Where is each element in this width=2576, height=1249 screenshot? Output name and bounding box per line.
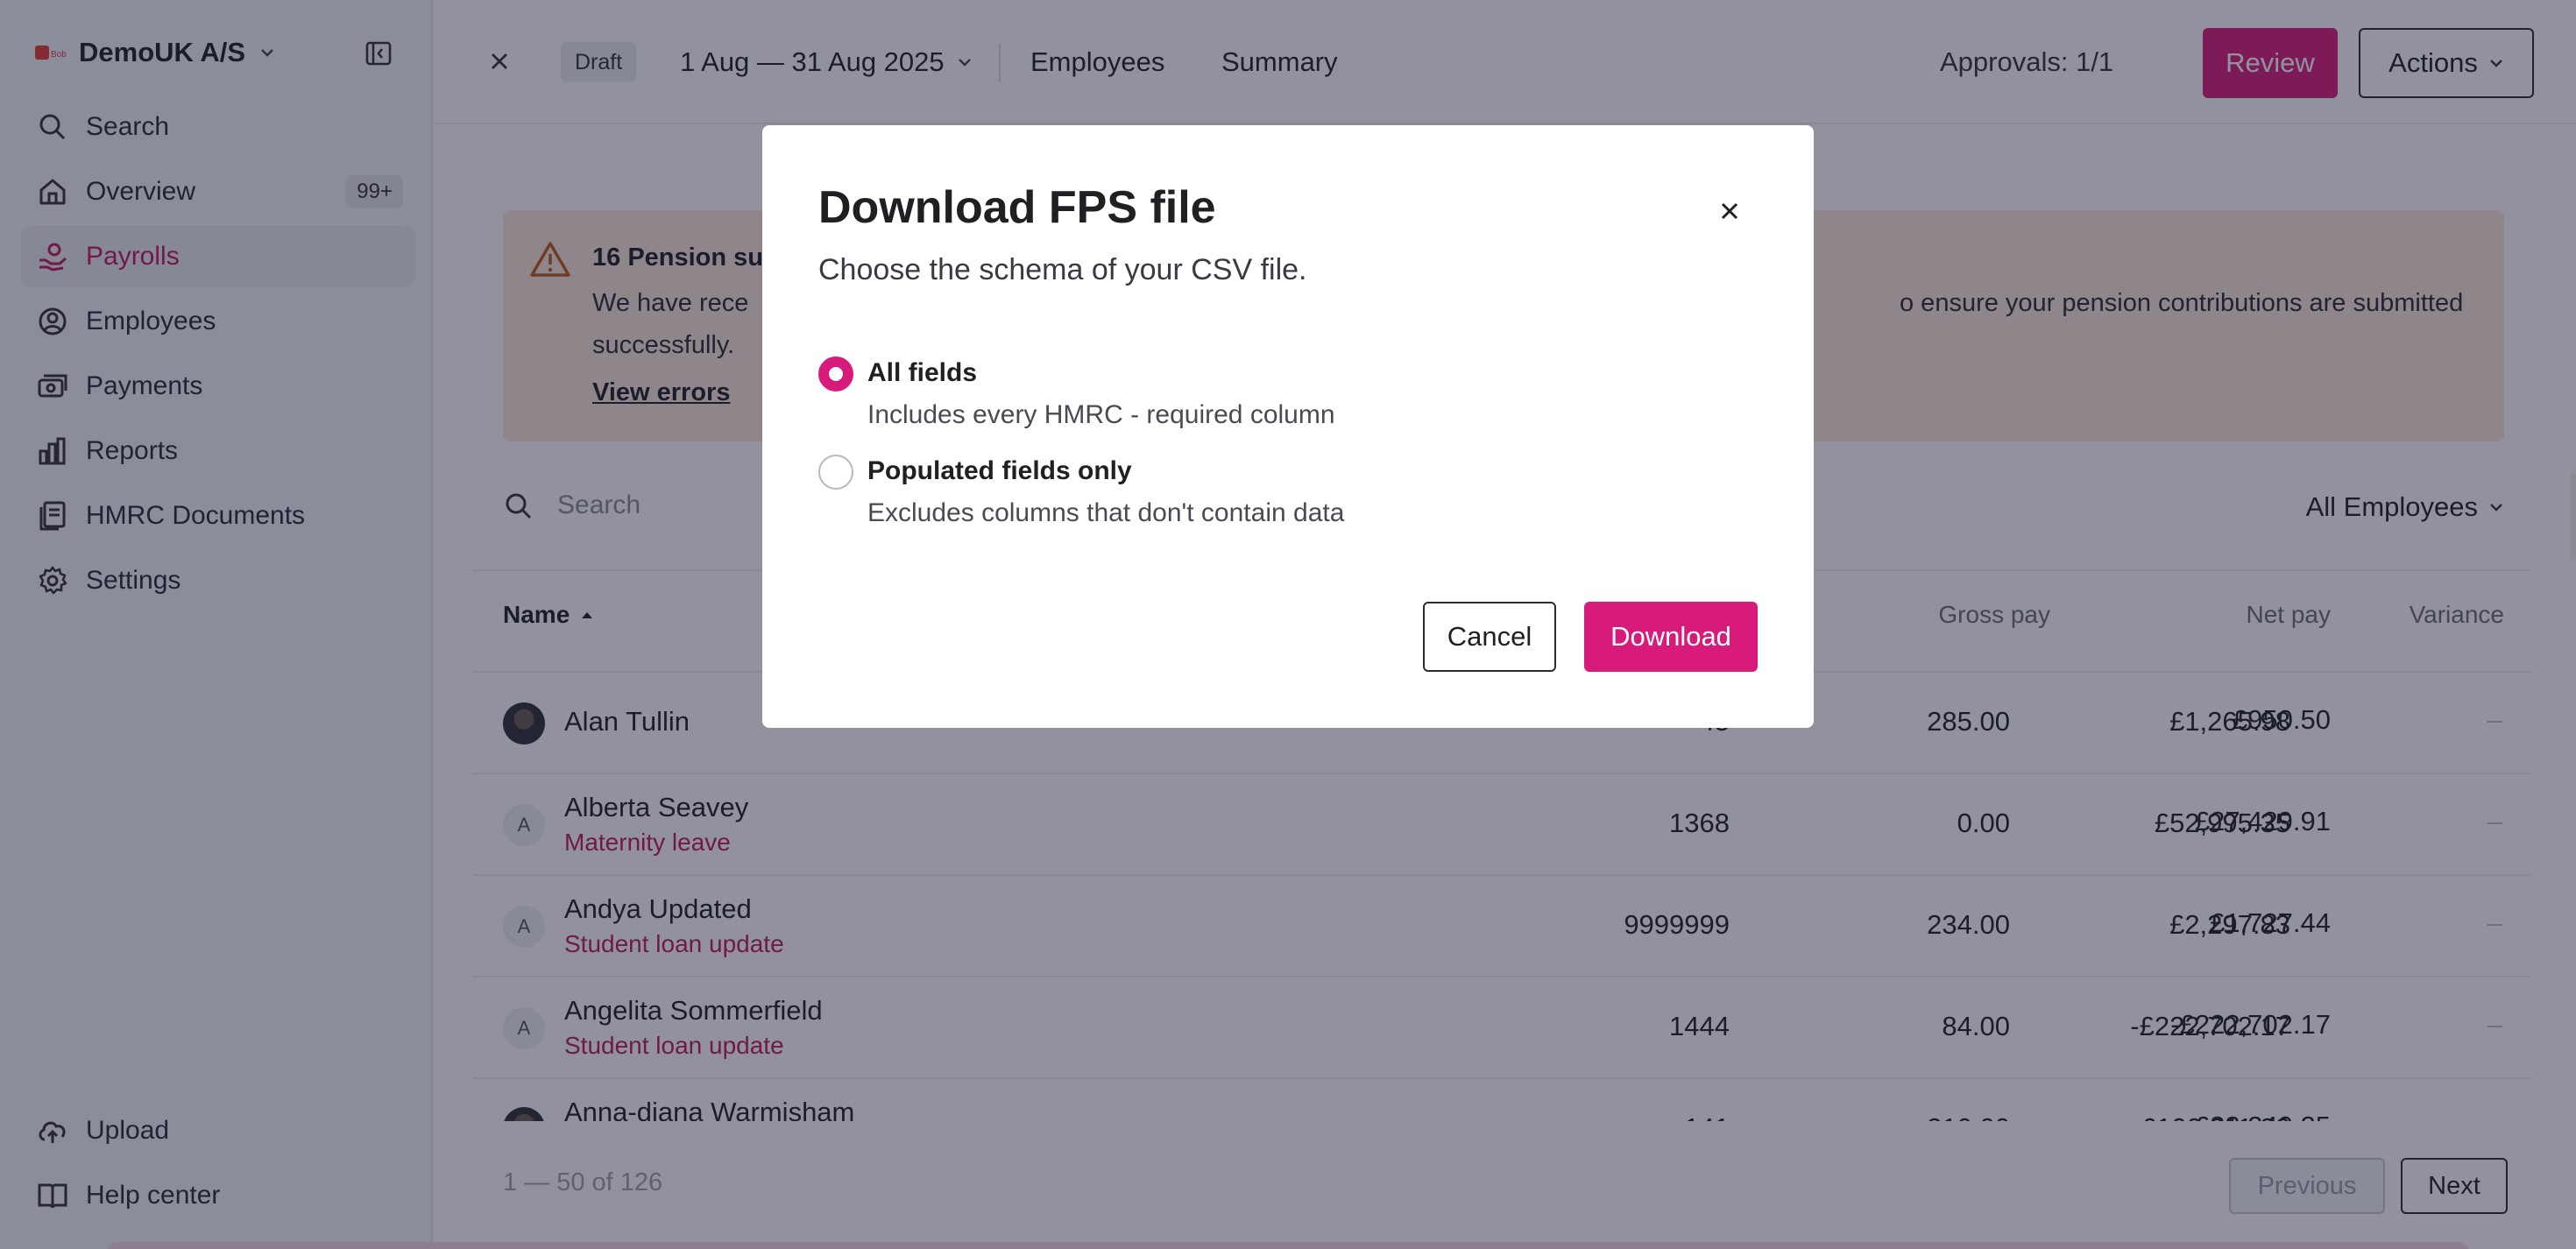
option-label: Populated fields only xyxy=(867,456,1132,485)
radio-populated-fields[interactable] xyxy=(818,455,853,490)
option-label: All fields xyxy=(867,358,978,387)
close-icon[interactable] xyxy=(1714,195,1745,227)
scrollbar[interactable] xyxy=(2571,473,2576,561)
option-all-fields[interactable]: All fields Includes every HMRC - require… xyxy=(818,356,1695,441)
option-description: Excludes columns that don't contain data xyxy=(867,498,1345,527)
dialog-title: Download FPS file xyxy=(818,182,1216,233)
cancel-button[interactable]: Cancel xyxy=(1423,602,1556,672)
dialog-subtitle: Choose the schema of your CSV file. xyxy=(818,253,1307,286)
option-description: Includes every HMRC - required column xyxy=(867,400,1335,429)
radio-all-fields[interactable] xyxy=(818,356,853,392)
download-button[interactable]: Download xyxy=(1584,602,1758,672)
download-fps-dialog: Download FPS file Choose the schema of y… xyxy=(762,125,1814,728)
option-populated-fields[interactable]: Populated fields only Excludes columns t… xyxy=(818,455,1695,539)
